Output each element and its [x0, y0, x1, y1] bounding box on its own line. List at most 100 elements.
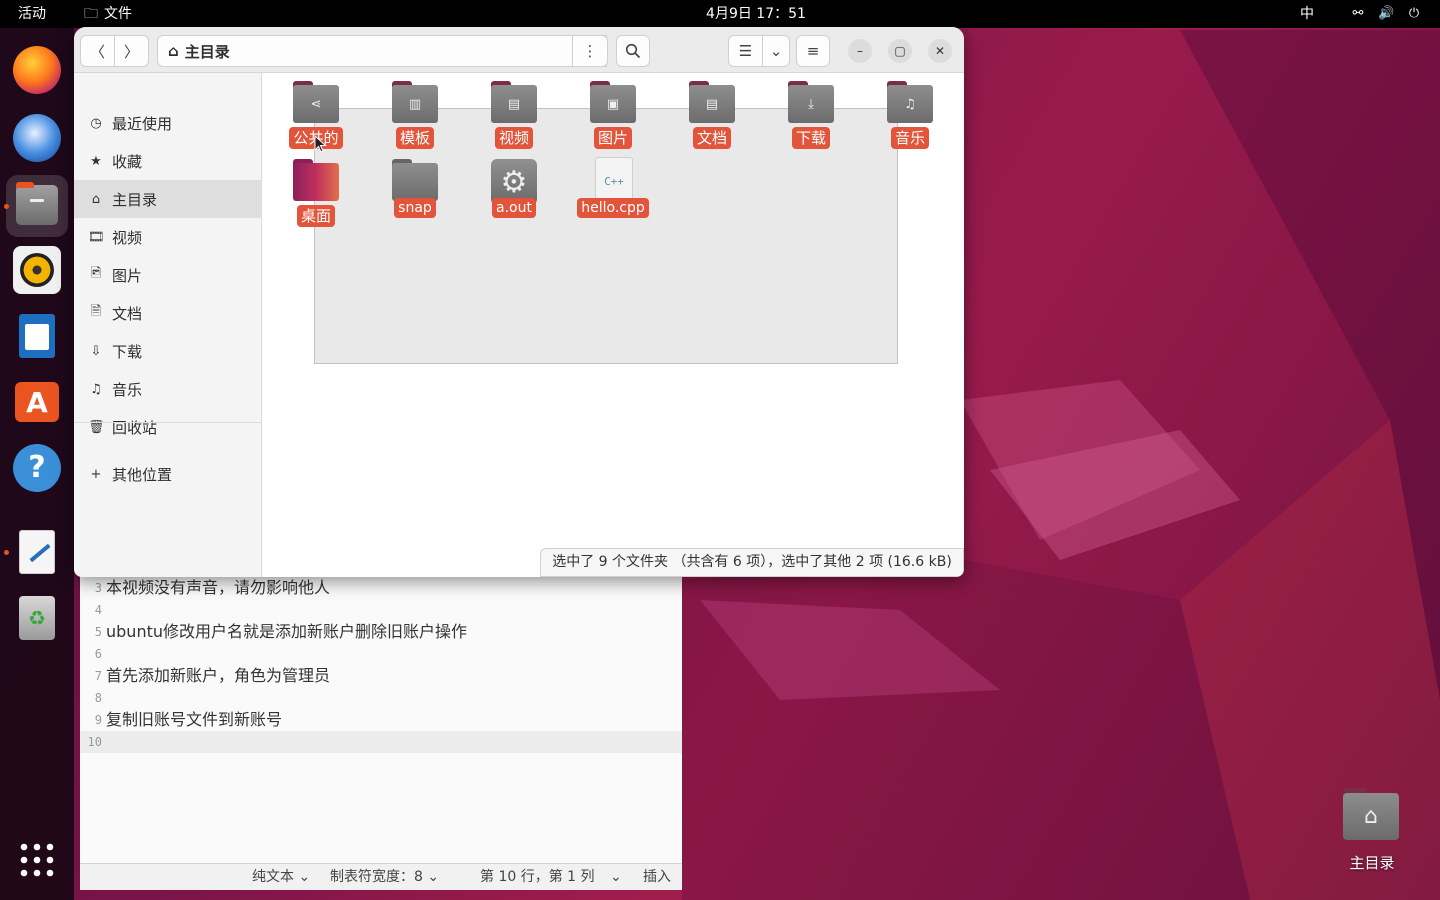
- image-folder-icon: ▣: [590, 81, 636, 123]
- file-item[interactable]: ▥ 模板: [375, 73, 455, 149]
- line-text: 复制旧账号文件到新账号: [106, 710, 283, 729]
- volume-icon: 🔊: [1378, 6, 1395, 21]
- editor-line[interactable]: 7 首先添加新账户，角色为管理员: [80, 665, 682, 687]
- rhythmbox-launcher[interactable]: [13, 246, 61, 294]
- list-view-button[interactable]: ☰: [728, 35, 763, 67]
- firefox-icon: [13, 46, 61, 94]
- rhythmbox-icon: [13, 246, 61, 294]
- file-name-text: a.out: [492, 198, 536, 218]
- sidebar-item-3[interactable]: 🎞 视频: [74, 218, 262, 256]
- writer-icon: [19, 314, 55, 358]
- show-apps-button[interactable]: [13, 836, 61, 884]
- file-item[interactable]: ♫ 音乐: [870, 73, 950, 149]
- chevron-down-icon: ⌄: [427, 869, 440, 885]
- file-name-text: 音乐: [890, 127, 929, 149]
- close-button[interactable]: ✕: [928, 39, 952, 63]
- help-launcher[interactable]: ?: [13, 444, 61, 492]
- back-button[interactable]: 〈: [80, 35, 115, 67]
- text-editor-launcher[interactable]: [13, 528, 61, 576]
- tab-width-selector[interactable]: 制表符宽度：8 ⌄: [330, 864, 439, 890]
- editor-line[interactable]: 8: [80, 687, 682, 709]
- input-method-indicator[interactable]: 中: [1300, 0, 1314, 28]
- music-folder-icon: ♫: [887, 81, 933, 123]
- sidebar-item-1[interactable]: ★ 收藏: [74, 142, 262, 180]
- view-options-button[interactable]: ⌄: [762, 35, 790, 67]
- clock-icon: ◷: [90, 115, 102, 131]
- clock[interactable]: 4月9日 17：51: [0, 0, 1440, 28]
- trash-icon: ♻: [19, 596, 55, 640]
- sidebar-item-label: 最近使用: [112, 114, 173, 133]
- editor-line[interactable]: 10: [80, 731, 682, 753]
- path-current[interactable]: 主目录: [185, 41, 230, 62]
- chevron-down-icon[interactable]: ⌄: [610, 864, 622, 890]
- file-name-text: 图片: [593, 127, 632, 149]
- file-item[interactable]: ▤ 文档: [672, 73, 752, 149]
- chevron-left-icon: 〈: [89, 42, 105, 61]
- editor-line[interactable]: 5 ubuntu修改用户名就是添加新账户删除旧账户操作: [80, 621, 682, 643]
- editor-line[interactable]: 9 复制旧账号文件到新账号: [80, 709, 682, 731]
- app-center-icon: A: [15, 382, 59, 422]
- file-name: 音乐: [870, 127, 950, 149]
- download-icon: ⇩: [90, 343, 102, 359]
- search-icon: [625, 43, 641, 59]
- file-name-text: 下载: [791, 127, 830, 149]
- mouse-cursor: [314, 134, 328, 153]
- text-editor-icon: [19, 530, 55, 574]
- forward-button[interactable]: 〉: [114, 35, 149, 67]
- firefox-launcher[interactable]: [13, 46, 61, 94]
- file-item[interactable]: ▤ 视频: [474, 73, 554, 149]
- sidebar-item-4[interactable]: 🖻 图片: [74, 256, 262, 294]
- file-name: 文档: [672, 127, 752, 149]
- sidebar-item-label: 视频: [112, 228, 143, 247]
- main-menu-button[interactable]: ≡: [796, 35, 830, 67]
- file-item[interactable]: C++ hello.cpp: [573, 151, 653, 227]
- sidebar-item-5[interactable]: 🗎 文档: [74, 294, 262, 332]
- cursor-position[interactable]: 第 10 行，第 1 列: [480, 864, 595, 890]
- text-editor-window[interactable]: 3 本视频没有声音，请勿影响他人 4 5 ubuntu修改用户名就是添加新账户删除旧账户…: [80, 577, 682, 890]
- list-icon: ☰: [738, 42, 753, 60]
- file-name: 视频: [474, 127, 554, 149]
- trash-launcher[interactable]: ♻: [13, 594, 61, 642]
- close-icon: ✕: [934, 44, 946, 58]
- sidebar-item-7[interactable]: ♫ 音乐: [74, 370, 262, 408]
- system-tray[interactable]: ⚯ 🔊 ⏻: [1350, 0, 1422, 28]
- file-name-text: hello.cpp: [577, 198, 649, 218]
- maximize-button[interactable]: ▢: [888, 39, 912, 63]
- network-icon: ⚯: [1352, 6, 1364, 21]
- file-item[interactable]: ⤓ 下载: [771, 73, 851, 149]
- file-view[interactable]: ⋖公共的▥模板▤视频▣图片▤文档⤓下载♫音乐桌面snap⚙a.outC++hel…: [263, 73, 964, 577]
- thunderbird-launcher[interactable]: [13, 114, 61, 162]
- sidebar-item-8[interactable]: 🗑 回收站: [74, 408, 262, 446]
- sidebar-item-6[interactable]: ⇩ 下载: [74, 332, 262, 370]
- file-item[interactable]: ⚙ a.out: [474, 151, 554, 227]
- line-number: 6: [94, 647, 102, 661]
- document-folder-icon: ▤: [689, 81, 735, 123]
- sidebar-item-2[interactable]: ⌂ 主目录: [74, 180, 262, 218]
- chevron-down-icon: ⌄: [769, 42, 783, 60]
- editor-line[interactable]: 4: [80, 599, 682, 621]
- sidebar-item-0[interactable]: ◷ 最近使用: [74, 104, 262, 142]
- files-launcher[interactable]: [6, 175, 68, 237]
- file-item[interactable]: snap: [375, 151, 455, 227]
- chevron-right-icon: 〉: [123, 42, 139, 61]
- minimize-button[interactable]: –: [848, 39, 872, 63]
- vertical-dots-icon: ⋮: [582, 42, 598, 60]
- sidebar-item-label: 其他位置: [112, 465, 173, 484]
- file-item[interactable]: ▣ 图片: [573, 73, 653, 149]
- path-bar[interactable]: ⌂ 主目录: [157, 35, 607, 67]
- line-number: 4: [94, 603, 102, 617]
- syntax-selector[interactable]: 纯文本 ⌄: [252, 864, 310, 890]
- writer-launcher[interactable]: [13, 312, 61, 360]
- search-button[interactable]: [616, 35, 650, 67]
- insert-mode[interactable]: 插入: [643, 864, 671, 890]
- editor-line[interactable]: 3 本视频没有声音，请勿影响他人: [80, 577, 682, 599]
- sidebar-item-other-locations[interactable]: + 其他位置: [74, 455, 262, 493]
- editor-line[interactable]: 6: [80, 643, 682, 665]
- path-menu-button[interactable]: ⋮: [572, 35, 608, 67]
- file-manager-window[interactable]: 〈 〉 ⌂ 主目录 ⋮ ☰ ⌄ ≡ – ▢ ✕ ◷ 最近使用 ★ 收藏 ⌂ 主目录 🎞 视频 🖻…: [74, 27, 964, 577]
- file-name: snap: [375, 198, 455, 218]
- app-center-launcher[interactable]: A: [13, 378, 61, 426]
- file-item[interactable]: 桌面: [276, 151, 356, 227]
- file-name-text: 模板: [395, 127, 434, 149]
- desktop-home-folder[interactable]: ⌂ 主目录: [1330, 786, 1414, 876]
